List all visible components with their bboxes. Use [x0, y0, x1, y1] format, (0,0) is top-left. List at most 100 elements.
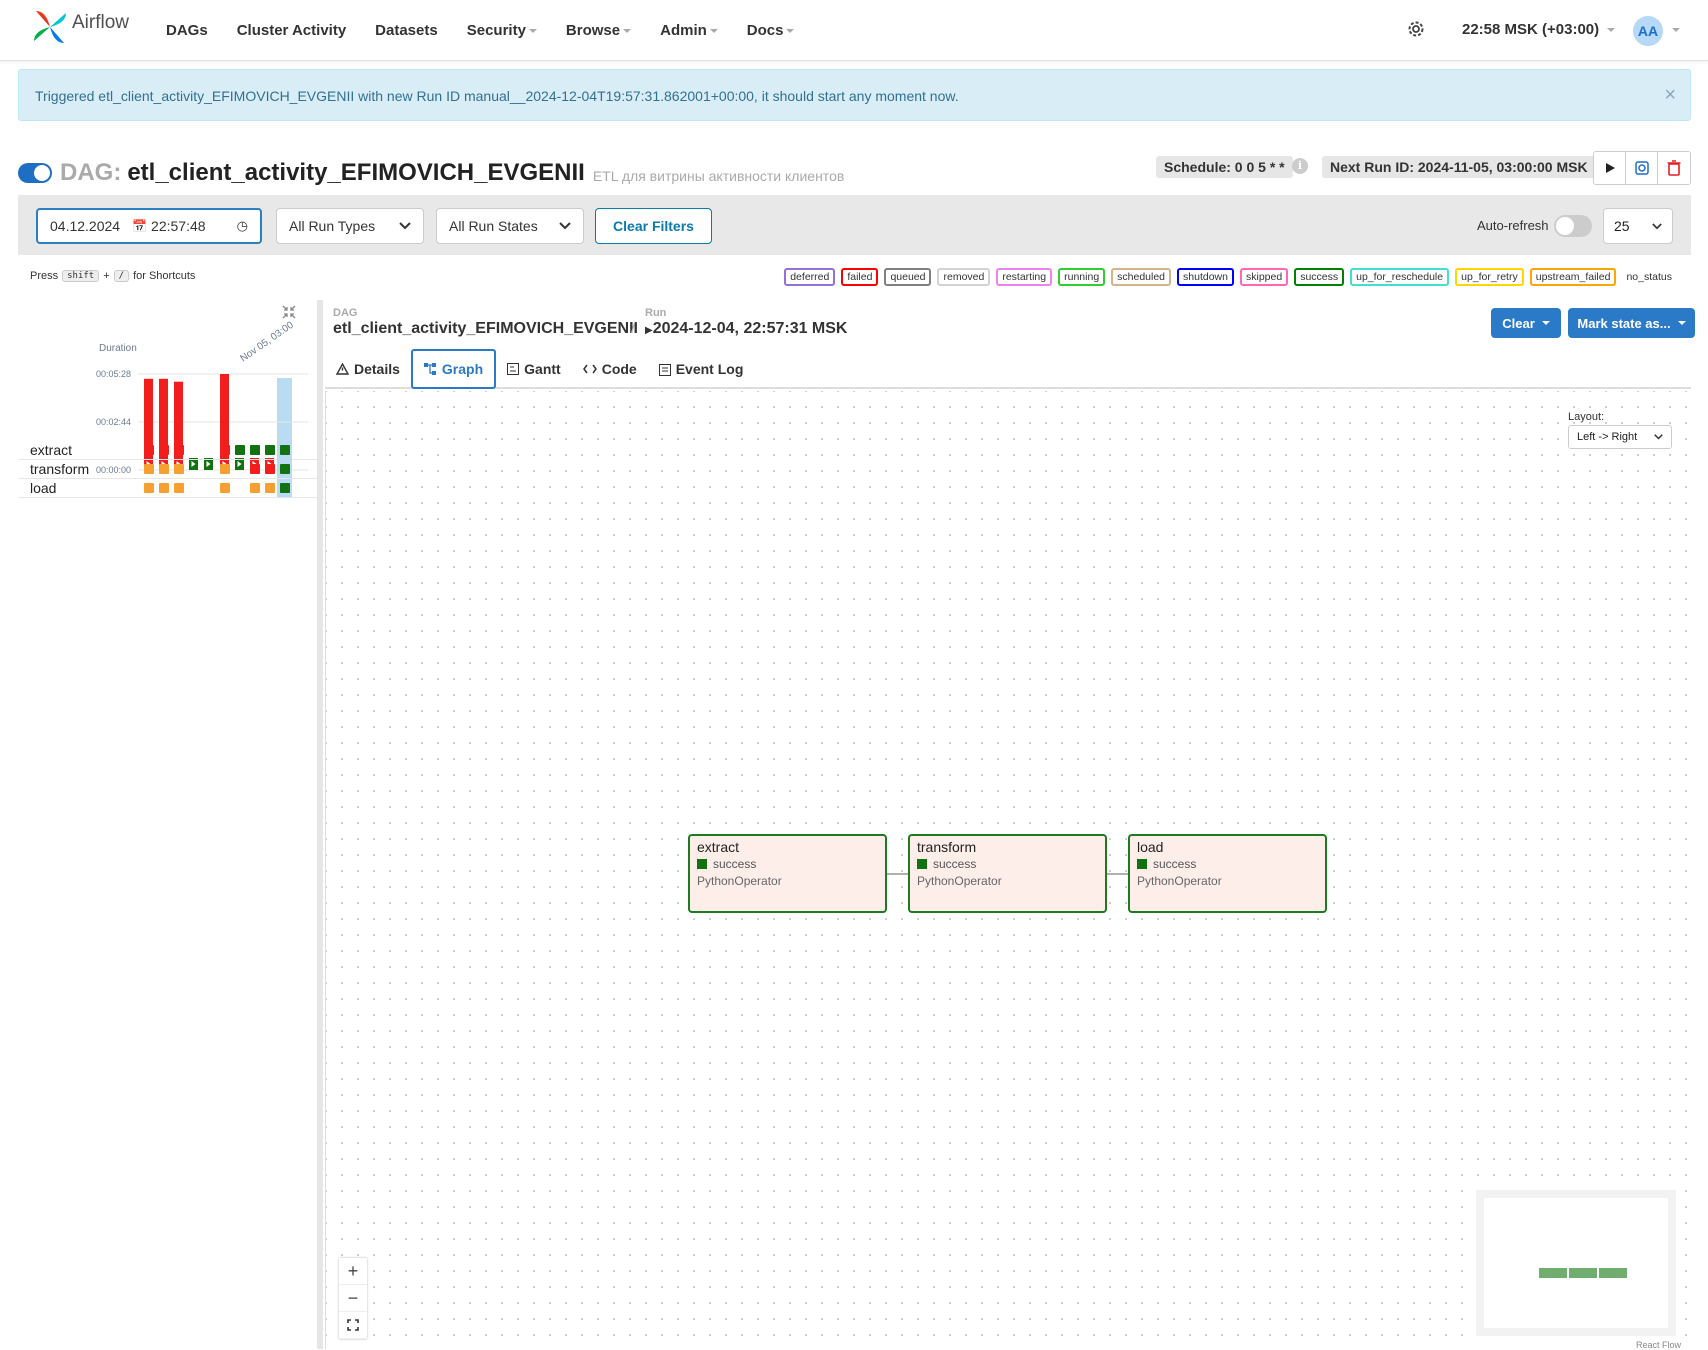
mark-state-button[interactable]: Mark state as...	[1568, 308, 1695, 338]
task-instance-square[interactable]	[159, 445, 169, 455]
task-node-transform[interactable]: transform success PythonOperator	[908, 834, 1107, 913]
fit-view-button[interactable]	[339, 1312, 367, 1339]
legend-scheduled[interactable]: scheduled	[1111, 268, 1172, 286]
tab-graph[interactable]: Graph	[410, 349, 497, 389]
dag-actions	[1593, 151, 1691, 185]
tab-gantt[interactable]: Gantt	[496, 349, 572, 389]
legend-deferred[interactable]: deferred	[784, 268, 836, 286]
task-instance-square[interactable]	[265, 464, 275, 474]
task-instance-square[interactable]	[159, 464, 169, 474]
task-instance-square[interactable]	[159, 483, 169, 493]
state-square-icon	[917, 859, 927, 869]
task-instance-square[interactable]	[144, 445, 154, 455]
task-instance-square[interactable]	[220, 445, 230, 455]
task-node-extract[interactable]: extract success PythonOperator	[688, 834, 887, 913]
nav-item-dags[interactable]: DAGs	[166, 22, 208, 39]
legend-shutdown[interactable]: shutdown	[1177, 268, 1234, 286]
task-instance-square[interactable]	[250, 445, 260, 455]
delete-dag-button[interactable]	[1658, 152, 1690, 184]
reparse-dag-button[interactable]	[1626, 152, 1658, 184]
clock-icon[interactable]: ◷	[237, 218, 248, 234]
nav-item-docs[interactable]: Docs	[747, 22, 795, 39]
task-node-load[interactable]: load success PythonOperator	[1128, 834, 1327, 913]
tab-code[interactable]: Code	[572, 349, 648, 389]
autorefresh-toggle[interactable]	[1554, 215, 1592, 237]
legend-queued[interactable]: queued	[884, 268, 932, 286]
tab-details[interactable]: Details	[325, 349, 411, 389]
chevron-down-icon	[623, 28, 632, 33]
legend-up-for-reschedule[interactable]: up_for_reschedule	[1350, 268, 1450, 286]
trigger-dag-button[interactable]	[1594, 152, 1626, 184]
legend-failed[interactable]: failed	[841, 268, 879, 286]
task-instance-square[interactable]	[280, 464, 290, 474]
legend-removed[interactable]: removed	[937, 268, 991, 286]
task-instance-square[interactable]	[144, 464, 154, 474]
task-node-name: transform	[917, 839, 977, 855]
legend-skipped[interactable]: skipped	[1239, 268, 1289, 286]
clear-button[interactable]: Clear	[1491, 308, 1561, 338]
breadcrumb-dag[interactable]: etl_client_activity_EFIMOVICH_EVGENII	[333, 320, 638, 338]
legend-no-status[interactable]: no_status	[1622, 270, 1676, 284]
collapse-icon[interactable]	[282, 305, 296, 322]
calendar-icon[interactable]: 📅	[132, 219, 147, 233]
chevron-down-icon	[399, 222, 411, 230]
task-instance-square[interactable]	[174, 483, 184, 493]
legend-upstream-failed[interactable]: upstream_failed	[1529, 268, 1617, 286]
base-date-input[interactable]: 04.12.2024 📅 22:57:48 ◷	[36, 208, 262, 244]
nav-item-cluster-activity[interactable]: Cluster Activity	[237, 22, 346, 39]
zoom-in-button[interactable]: +	[339, 1258, 367, 1285]
nav-item-label: DAGs	[166, 22, 208, 39]
nav-item-security[interactable]: Security	[467, 22, 537, 39]
layout-select[interactable]: Left -> Right	[1568, 425, 1672, 449]
clock-text: 22:58 MSK (+03:00)	[1462, 21, 1600, 38]
timezone-clock[interactable]: 22:58 MSK (+03:00)	[1462, 21, 1616, 38]
dag-pause-toggle[interactable]	[18, 163, 52, 183]
task-instance-square[interactable]	[265, 483, 275, 493]
clear-filters-button[interactable]: Clear Filters	[595, 208, 712, 244]
gear-icon[interactable]	[1406, 19, 1426, 44]
task-instance-square[interactable]	[250, 483, 260, 493]
legend-up-for-retry[interactable]: up_for_retry	[1455, 268, 1524, 286]
run-states-select[interactable]: All Run States	[436, 208, 584, 244]
y-tick-label: 00:05:28	[96, 369, 131, 379]
nav-item-datasets[interactable]: Datasets	[375, 22, 438, 39]
task-node-state-label: success	[713, 857, 757, 871]
avatar[interactable]: AA	[1633, 16, 1663, 46]
breadcrumb-run[interactable]: ▶2024-12-04, 22:57:31 MSK	[645, 320, 847, 338]
legend-restarting[interactable]: restarting	[996, 268, 1053, 286]
page-title[interactable]: etl_client_activity_EFIMOVICH_EVGENII	[127, 159, 585, 187]
task-instance-square[interactable]	[220, 464, 230, 474]
task-instance-square[interactable]	[280, 483, 290, 493]
nav-item-admin[interactable]: Admin	[660, 22, 718, 39]
task-instance-square[interactable]	[174, 464, 184, 474]
task-instance-square[interactable]	[250, 464, 260, 474]
panel-resizer[interactable]	[317, 300, 323, 1349]
tab-label: Details	[354, 361, 400, 377]
task-instance-square[interactable]	[220, 483, 230, 493]
layout-value: Left -> Right	[1577, 431, 1638, 443]
task-row-load[interactable]: load	[18, 479, 318, 498]
graph-minimap[interactable]	[1476, 1190, 1676, 1336]
nav-item-browse[interactable]: Browse	[566, 22, 632, 39]
zoom-out-button[interactable]: −	[339, 1285, 367, 1312]
legend-running[interactable]: running	[1058, 268, 1106, 286]
task-instance-square[interactable]	[235, 445, 245, 455]
airflow-logo[interactable]: Airflow	[32, 9, 129, 45]
shortcuts-hint: Press shift + / for Shortcuts	[30, 270, 195, 282]
alert-message: Triggered etl_client_activity_EFIMOVICH_…	[35, 88, 959, 104]
breadcrumb-run-label: Run	[645, 307, 667, 319]
close-icon[interactable]: ×	[1664, 84, 1676, 107]
task-row-transform[interactable]: transform	[18, 460, 318, 479]
num-runs-select[interactable]: 25	[1603, 208, 1673, 244]
task-instance-square[interactable]	[280, 445, 290, 455]
info-icon[interactable]: i	[1292, 158, 1308, 174]
task-instance-square[interactable]	[174, 445, 184, 455]
run-types-select[interactable]: All Run Types	[276, 208, 424, 244]
chevron-down-icon	[709, 28, 718, 33]
tab-event-log[interactable]: Event Log	[648, 349, 755, 389]
task-row-extract[interactable]: extract	[18, 439, 318, 498]
chevron-down-icon	[786, 28, 795, 33]
task-instance-square[interactable]	[144, 483, 154, 493]
task-instance-square[interactable]	[265, 445, 275, 455]
legend-success[interactable]: success	[1294, 268, 1345, 286]
